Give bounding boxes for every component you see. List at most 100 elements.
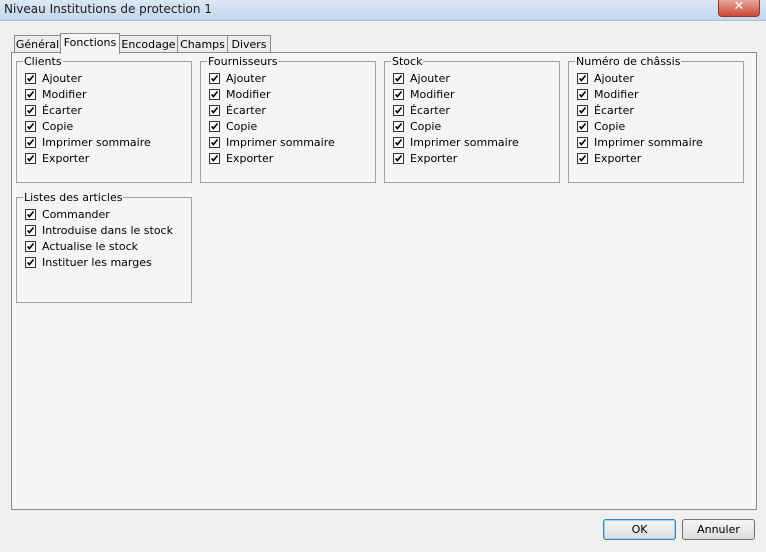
checkbox-label: Exporter (226, 152, 274, 165)
checkbox[interactable] (25, 241, 36, 252)
group-title: Clients (23, 55, 63, 68)
checkmark-icon (578, 91, 587, 98)
checkbox[interactable] (393, 73, 404, 84)
checkbox-label: Exporter (594, 152, 642, 165)
checkbox-label: Ajouter (226, 72, 266, 85)
checkbox[interactable] (209, 153, 220, 164)
checkbox-label: Ajouter (42, 72, 82, 85)
checkmark-icon (210, 155, 219, 162)
checkbox-label: Copie (42, 120, 74, 133)
checkmark-icon (394, 155, 403, 162)
checkbox[interactable] (25, 153, 36, 164)
checkmark-icon (578, 155, 587, 162)
checkbox[interactable] (25, 209, 36, 220)
checkbox[interactable] (577, 137, 588, 148)
checkbox[interactable] (25, 121, 36, 132)
checkmark-icon (394, 107, 403, 114)
checkbox[interactable] (577, 73, 588, 84)
checkbox-label: Écarter (226, 104, 266, 117)
group-title: Fournisseurs (207, 55, 279, 68)
checkbox-label: Exporter (410, 152, 458, 165)
checkbox-label: Imprimer sommaire (410, 136, 519, 149)
checkmark-icon (578, 139, 587, 146)
checkmark-icon (578, 123, 587, 130)
checkmark-icon (394, 75, 403, 82)
checkmark-icon (394, 139, 403, 146)
checkbox[interactable] (209, 89, 220, 100)
checkmark-icon (26, 75, 35, 82)
checkbox[interactable] (393, 105, 404, 116)
checkmark-icon (578, 107, 587, 114)
checkbox[interactable] (393, 121, 404, 132)
checkbox-label: Imprimer sommaire (42, 136, 151, 149)
checkbox[interactable] (577, 105, 588, 116)
checkmark-icon (210, 107, 219, 114)
checkbox[interactable] (209, 137, 220, 148)
checkbox[interactable] (577, 153, 588, 164)
checkbox[interactable] (577, 121, 588, 132)
checkbox[interactable] (393, 89, 404, 100)
checkbox[interactable] (209, 105, 220, 116)
checkmark-icon (26, 227, 35, 234)
checkbox[interactable] (25, 105, 36, 116)
checkbox-label: Ajouter (410, 72, 450, 85)
group-title: Numéro de châssis (575, 55, 682, 68)
tab-general[interactable]: Général (14, 35, 61, 53)
group-title: Stock (391, 55, 424, 68)
checkbox[interactable] (393, 137, 404, 148)
checkmark-icon (26, 91, 35, 98)
cancel-button[interactable]: Annuler (682, 519, 755, 540)
tab-fonctions[interactable]: Fonctions (60, 33, 120, 54)
tab-encodage[interactable]: Encodage (119, 35, 178, 53)
checkbox-label: Écarter (410, 104, 450, 117)
checkbox[interactable] (393, 153, 404, 164)
checkbox-label: Modifier (226, 88, 271, 101)
checkbox-label: Imprimer sommaire (226, 136, 335, 149)
checkbox[interactable] (209, 121, 220, 132)
close-icon: ✕ (733, 0, 745, 14)
checkbox-label: Modifier (594, 88, 639, 101)
group-stock: Stock Ajouter Modifier Écarter Copie Imprime… (384, 55, 560, 183)
ok-button[interactable]: OK (603, 519, 676, 540)
checkbox-label: Exporter (42, 152, 90, 165)
checkmark-icon (26, 123, 35, 130)
title-bar[interactable]: Niveau Institutions de protection 1 ✕ (0, 0, 766, 21)
checkbox-label: Écarter (42, 104, 82, 117)
checkbox-label: Ajouter (594, 72, 634, 85)
checkbox[interactable] (25, 89, 36, 100)
checkbox[interactable] (25, 257, 36, 268)
checkbox-label: Introduise dans le stock (42, 224, 173, 237)
checkmark-icon (26, 211, 35, 218)
checkbox-label: Copie (594, 120, 626, 133)
checkbox-label: Copie (226, 120, 258, 133)
checkmark-icon (26, 107, 35, 114)
tab-panel-fonctions: Clients Ajouter Modifier Écarter Copie Impri… (11, 52, 757, 510)
group-fournisseurs: Fournisseurs Ajouter Modifier Écarter Copie… (200, 55, 376, 183)
checkbox-label: Copie (410, 120, 442, 133)
group-title: Listes des articles (23, 191, 124, 204)
checkmark-icon (26, 139, 35, 146)
checkmark-icon (394, 91, 403, 98)
checkmark-icon (210, 139, 219, 146)
checkbox[interactable] (25, 137, 36, 148)
checkbox-label: Instituer les marges (42, 256, 152, 269)
window-title: Niveau Institutions de protection 1 (4, 2, 212, 16)
checkmark-icon (26, 155, 35, 162)
close-button[interactable]: ✕ (718, 0, 760, 17)
checkbox-label: Modifier (42, 88, 87, 101)
checkmark-icon (26, 243, 35, 250)
checkmark-icon (210, 75, 219, 82)
checkbox[interactable] (577, 89, 588, 100)
checkmark-icon (210, 123, 219, 130)
group-clients: Clients Ajouter Modifier Écarter Copie Impri… (16, 55, 192, 183)
checkbox-label: Écarter (594, 104, 634, 117)
checkbox-label: Imprimer sommaire (594, 136, 703, 149)
checkbox[interactable] (209, 73, 220, 84)
checkmark-icon (578, 75, 587, 82)
tab-champs[interactable]: Champs (177, 35, 228, 53)
checkmark-icon (394, 123, 403, 130)
checkbox[interactable] (25, 225, 36, 236)
group-numero-de-chassis: Numéro de châssis Ajouter Modifier Écarter… (568, 55, 744, 183)
checkbox[interactable] (25, 73, 36, 84)
tab-divers[interactable]: Divers (227, 35, 271, 53)
